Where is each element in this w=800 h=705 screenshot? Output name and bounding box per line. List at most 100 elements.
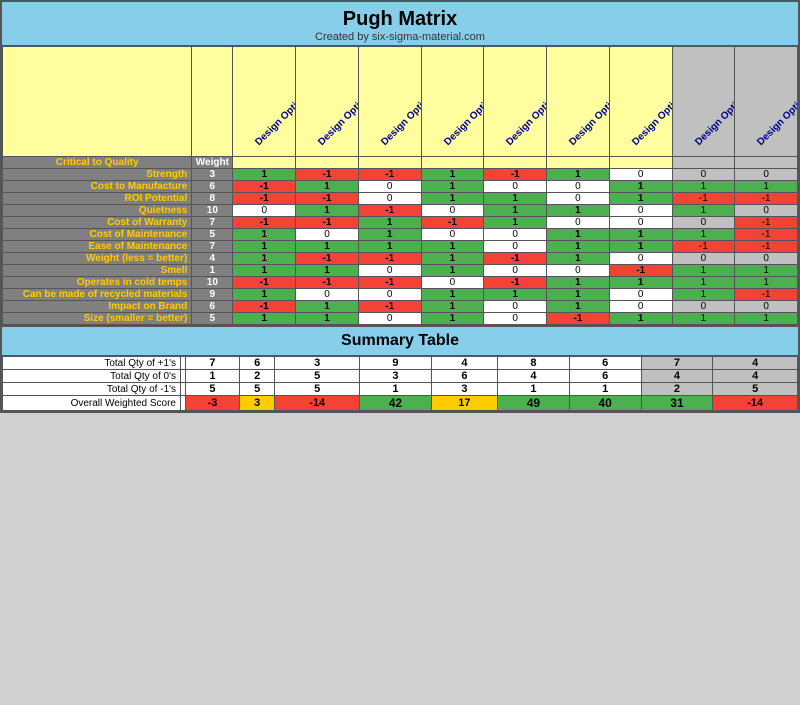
ctq-col-9 — [735, 157, 798, 169]
summary-val-cell: 5 — [185, 383, 239, 396]
row-label-2: ROI Potential — [3, 193, 192, 205]
data-cell: -1 — [735, 229, 798, 241]
data-cell: -1 — [421, 217, 484, 229]
summary-title: Summary Table — [2, 325, 798, 356]
ctq-col-8 — [672, 157, 735, 169]
data-cell: 1 — [233, 265, 296, 277]
data-cell: 0 — [484, 313, 547, 325]
data-cell: 0 — [484, 181, 547, 193]
data-cell: 0 — [609, 253, 672, 265]
table-row: Quietness1001-1011010 — [3, 205, 798, 217]
data-cell: 0 — [484, 241, 547, 253]
ctq-row: Critical to QualityWeight — [3, 157, 798, 169]
data-cell: 0 — [484, 229, 547, 241]
summary-label-1: Total Qty of 0's — [3, 370, 181, 383]
weight-header: Weight — [192, 157, 233, 169]
data-cell: 1 — [484, 193, 547, 205]
row-weight-2: 8 — [192, 193, 233, 205]
data-cell: 1 — [672, 181, 735, 193]
data-cell: -1 — [358, 277, 421, 289]
summary-val-cell: 3 — [431, 383, 497, 396]
summary-val-cell: -14 — [713, 396, 798, 411]
summary-val-cell: 8 — [498, 357, 570, 370]
data-cell: -1 — [296, 217, 359, 229]
table-row: Cost to Manufacture6-110100111 — [3, 181, 798, 193]
data-cell: 1 — [421, 313, 484, 325]
data-cell: 1 — [547, 205, 610, 217]
data-cell: 0 — [609, 169, 672, 181]
data-cell: 1 — [296, 265, 359, 277]
summary-val-cell: -3 — [185, 396, 239, 411]
summary-val-cell: 6 — [239, 357, 275, 370]
row-label-10: Can be made of recycled materials — [3, 289, 192, 301]
summary-row: Total Qty of 0's125364644 — [3, 370, 798, 383]
data-cell: -1 — [233, 217, 296, 229]
summary-label-0: Total Qty of +1's — [3, 357, 181, 370]
data-cell: 1 — [609, 277, 672, 289]
summary-val-cell: 4 — [713, 370, 798, 383]
row-label-3: Quietness — [3, 205, 192, 217]
row-label-4: Cost of Warranty — [3, 217, 192, 229]
table-row: Can be made of recycled materials9100111… — [3, 289, 798, 301]
summary-table: Total Qty of +1's763948674Total Qty of 0… — [2, 356, 798, 411]
data-cell: 0 — [358, 289, 421, 301]
header-option-6: Design Option 6 — [547, 47, 610, 157]
data-cell: -1 — [484, 169, 547, 181]
row-label-9: Operates in cold temps — [3, 277, 192, 289]
data-cell: 0 — [547, 217, 610, 229]
data-cell: 1 — [233, 289, 296, 301]
data-cell: -1 — [296, 193, 359, 205]
data-cell: 1 — [358, 229, 421, 241]
summary-row: Overall Weighted Score-33-144217494031-1… — [3, 396, 798, 411]
data-cell: 0 — [547, 265, 610, 277]
ctq-col-1 — [233, 157, 296, 169]
summary-val-cell: 2 — [641, 383, 713, 396]
data-cell: 0 — [672, 301, 735, 313]
summary-val-cell: 4 — [431, 357, 497, 370]
header-option-7: Design Option 7 — [609, 47, 672, 157]
ctq-col-3 — [358, 157, 421, 169]
table-row: Size (smaller = better)511010-1111 — [3, 313, 798, 325]
data-cell: 1 — [609, 181, 672, 193]
data-cell: 0 — [609, 301, 672, 313]
matrix-body: Critical to QualityWeightStrength31-1-11… — [3, 157, 798, 325]
data-cell: -1 — [358, 205, 421, 217]
data-cell: 1 — [484, 217, 547, 229]
data-cell: -1 — [672, 193, 735, 205]
row-weight-5: 5 — [192, 229, 233, 241]
data-cell: 0 — [735, 205, 798, 217]
main-title: Pugh Matrix — [2, 8, 798, 31]
data-cell: 1 — [421, 193, 484, 205]
summary-body: Total Qty of +1's763948674Total Qty of 0… — [3, 357, 798, 411]
data-cell: 0 — [609, 289, 672, 301]
summary-val-cell: 1 — [569, 383, 641, 396]
row-label-0: Strength — [3, 169, 192, 181]
summary-val-cell: 9 — [360, 357, 432, 370]
table-row: Operates in cold temps10-1-1-10-11111 — [3, 277, 798, 289]
data-cell: 1 — [547, 253, 610, 265]
data-cell: 0 — [672, 253, 735, 265]
data-cell: -1 — [233, 277, 296, 289]
data-cell: 0 — [233, 205, 296, 217]
ctq-col-7 — [609, 157, 672, 169]
data-cell: 1 — [233, 313, 296, 325]
row-weight-7: 4 — [192, 253, 233, 265]
row-weight-6: 7 — [192, 241, 233, 253]
summary-val-cell: 7 — [185, 357, 239, 370]
pugh-matrix-table: Design Option 1Design Option 2Design Opt… — [2, 46, 798, 325]
summary-val-cell: -14 — [275, 396, 360, 411]
data-cell: 1 — [735, 265, 798, 277]
data-cell: 1 — [233, 241, 296, 253]
data-cell: -1 — [609, 265, 672, 277]
data-cell: 0 — [609, 205, 672, 217]
data-cell: 1 — [296, 301, 359, 313]
data-cell: 0 — [484, 301, 547, 313]
data-cell: 1 — [547, 289, 610, 301]
data-cell: 0 — [672, 169, 735, 181]
summary-val-cell: 6 — [569, 357, 641, 370]
data-cell: 1 — [358, 241, 421, 253]
summary-val-cell: 5 — [275, 383, 360, 396]
summary-val-cell: 49 — [498, 396, 570, 411]
summary-val-cell: 1 — [498, 383, 570, 396]
data-cell: 1 — [421, 181, 484, 193]
